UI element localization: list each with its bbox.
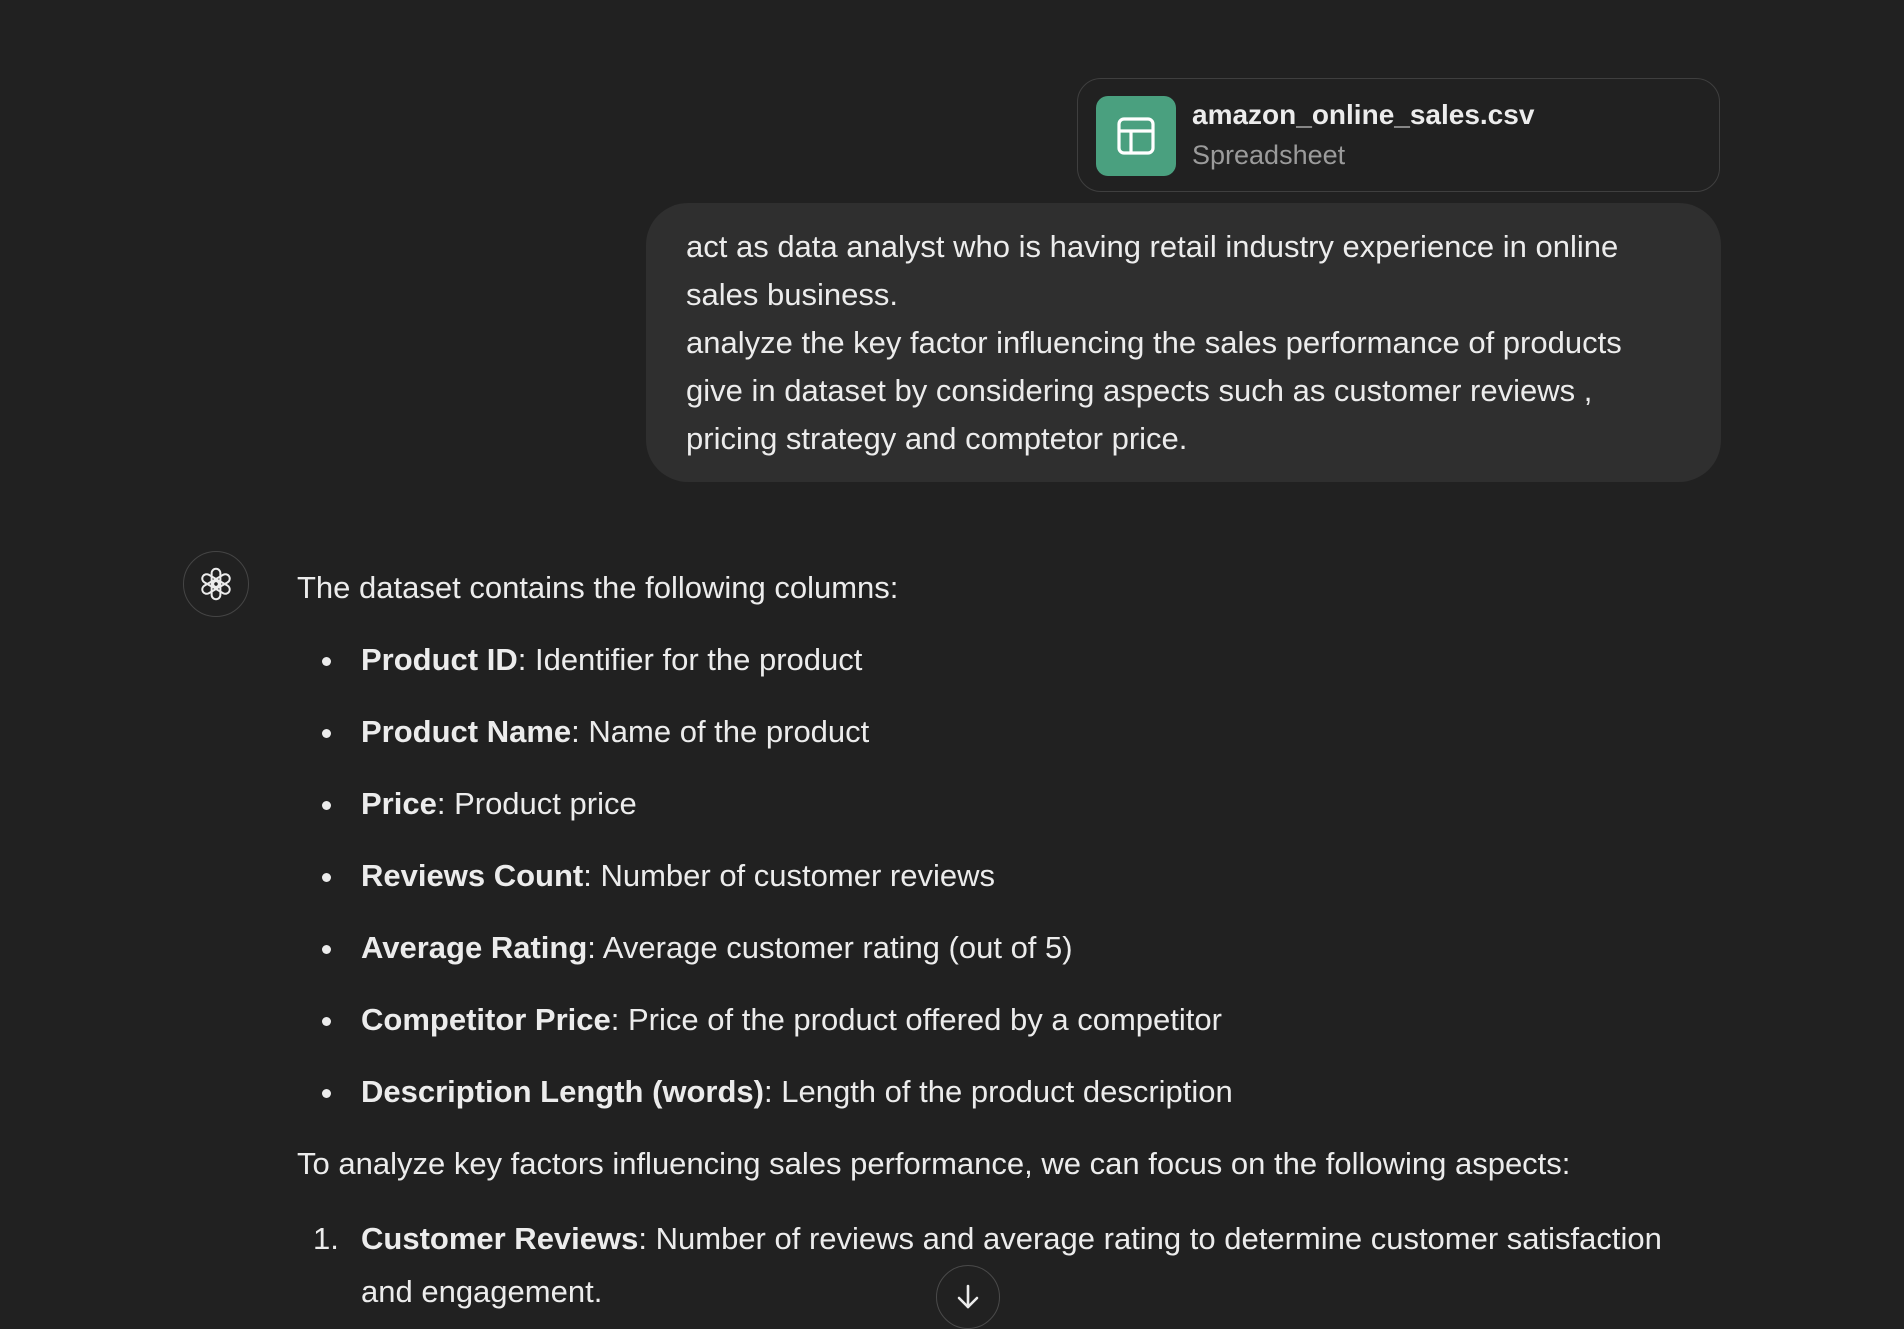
column-description: : Average customer rating (out of 5) <box>587 930 1073 965</box>
bullet-icon <box>322 1017 331 1026</box>
column-name: Product ID <box>361 642 518 677</box>
column-description: : Length of the product description <box>764 1074 1233 1109</box>
user-message-paragraph: act as data analyst who is having retail… <box>686 229 1627 312</box>
scroll-to-bottom-button[interactable] <box>936 1265 1000 1329</box>
spreadsheet-icon <box>1096 96 1176 176</box>
user-message-paragraph: analyze the key factor influencing the s… <box>686 325 1631 456</box>
arrow-down-icon <box>957 1284 979 1309</box>
list-item: Price: Product price <box>297 780 1717 828</box>
list-item: Product Name: Name of the product <box>297 708 1717 756</box>
aspect-list: 1. Customer Reviews: Number of reviews an… <box>297 1212 1717 1318</box>
column-name: Product Name <box>361 714 572 749</box>
column-name: Competitor Price <box>361 1002 611 1037</box>
bullet-icon <box>322 1089 331 1098</box>
list-item: Description Length (words): Length of th… <box>297 1068 1717 1116</box>
file-name: amazon_online_sales.csv <box>1192 99 1535 130</box>
column-name: Average Rating <box>361 930 588 965</box>
file-type: Spreadsheet <box>1192 140 1346 170</box>
file-attachment-card[interactable]: amazon_online_sales.csv Spreadsheet <box>1077 78 1720 192</box>
bullet-icon <box>322 945 331 954</box>
openai-logo-icon <box>201 567 231 601</box>
column-description: : Identifier for the product <box>517 642 863 677</box>
bullet-icon <box>322 729 331 738</box>
assistant-message: The dataset contains the following colum… <box>297 564 1717 1318</box>
column-name: Price <box>361 786 437 821</box>
assistant-intro: The dataset contains the following colum… <box>297 570 899 605</box>
list-item: Average Rating: Average customer rating … <box>297 924 1717 972</box>
bullet-icon <box>322 801 331 810</box>
list-number: 1. <box>313 1221 339 1256</box>
column-list: Product ID: Identifier for the product P… <box>297 636 1717 1116</box>
column-description: : Name of the product <box>571 714 870 749</box>
list-item: Product ID: Identifier for the product <box>297 636 1717 684</box>
column-description: : Number of customer reviews <box>583 858 995 893</box>
aspect-name: Customer Reviews <box>361 1221 639 1256</box>
aspects-intro: To analyze key factors influencing sales… <box>297 1146 1571 1181</box>
bullet-icon <box>322 873 331 882</box>
list-item: Competitor Price: Price of the product o… <box>297 996 1717 1044</box>
column-description: : Price of the product offered by a comp… <box>610 1002 1222 1037</box>
list-item: Reviews Count: Number of customer review… <box>297 852 1717 900</box>
assistant-avatar <box>183 551 249 617</box>
column-name: Reviews Count <box>361 858 584 893</box>
column-name: Description Length (words) <box>361 1074 764 1109</box>
user-message-bubble: act as data analyst who is having retail… <box>646 203 1721 482</box>
bullet-icon <box>322 657 331 666</box>
column-description: : Product price <box>436 786 637 821</box>
list-item: 1. Customer Reviews: Number of reviews an… <box>297 1212 1717 1318</box>
